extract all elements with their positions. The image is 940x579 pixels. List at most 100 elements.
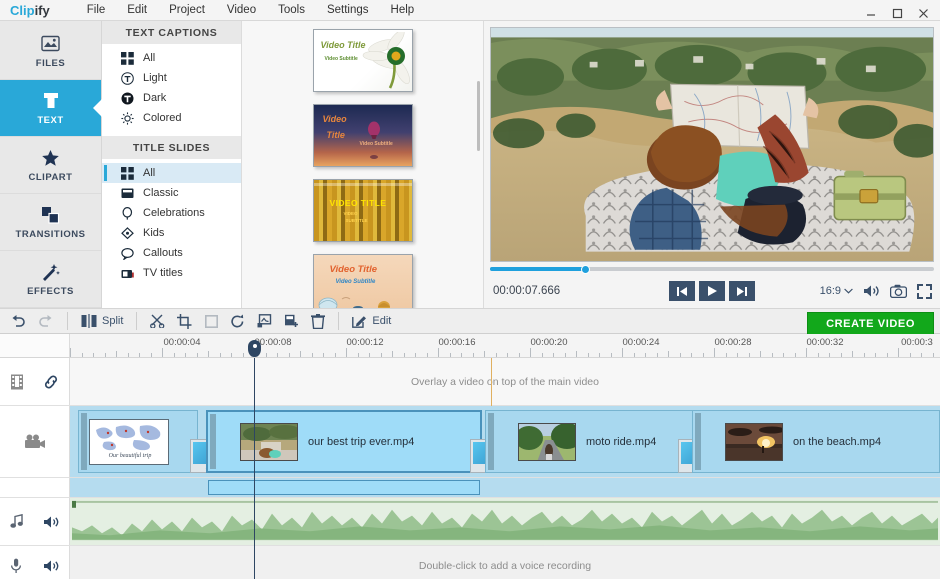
aspect-ratio-select[interactable]: 16:9: [820, 285, 853, 297]
title-thumb-daisy[interactable]: Video Title Video Subtitle: [312, 29, 413, 92]
playhead[interactable]: [248, 340, 261, 579]
star-icon: [41, 148, 60, 168]
music-track-body[interactable]: [70, 498, 940, 545]
ruler-label-0: 00:00:04: [163, 337, 201, 348]
timeline-ruler[interactable]: 00:00:04 00:00:08 00:00:12 00:00:16 00:0…: [0, 334, 940, 358]
video-track: Our beautiful trip 2.0: [0, 406, 940, 478]
speaker-icon[interactable]: [43, 559, 59, 573]
edit-button[interactable]: Edit: [346, 309, 397, 333]
cut-button[interactable]: [144, 309, 171, 333]
sidebar-item-clipart-label: CLIPART: [28, 171, 73, 183]
edit-toolbar: Split Edit CREATE VIDEO: [0, 308, 940, 336]
letter-t-light-icon: [120, 71, 134, 85]
skip-next-icon: [737, 286, 747, 296]
category-titles-tv[interactable]: TV titles: [102, 263, 241, 283]
create-video-button[interactable]: CREATE VIDEO: [807, 312, 934, 336]
thumb-subtitle: Video Subtitle: [335, 279, 376, 285]
menu-file[interactable]: File: [76, 0, 117, 20]
clip-handle[interactable]: [81, 413, 87, 470]
clip-handle[interactable]: [695, 413, 701, 470]
category-titles-all[interactable]: All: [102, 163, 241, 183]
image-icon: [41, 34, 60, 54]
category-titles-classic[interactable]: Classic: [102, 183, 241, 203]
category-captions-dark[interactable]: Dark: [102, 88, 241, 108]
preview-frame-graphic: [491, 28, 933, 261]
title-thumb-books[interactable]: VIDEO TITLE VIDEO SUBTITLE: [312, 179, 413, 242]
clip-name: our best trip ever.mp4: [308, 435, 415, 448]
timeline-clip-best-trip[interactable]: our best trip ever.mp4: [206, 410, 482, 473]
menu-help[interactable]: Help: [380, 0, 426, 20]
selection-track-body[interactable]: [70, 478, 940, 497]
image-swap-icon: [257, 314, 272, 328]
speaker-icon[interactable]: [43, 515, 59, 529]
selected-clip-range[interactable]: [208, 480, 480, 495]
seek-knob[interactable]: [581, 264, 591, 274]
speaker-icon[interactable]: [863, 284, 880, 298]
sidebar-item-transitions[interactable]: TRANSITIONS: [0, 194, 101, 251]
stop-button[interactable]: [198, 309, 224, 333]
timeline-clip-title[interactable]: Our beautiful trip: [78, 410, 198, 473]
thumb-subtitle: Video Subtitle: [324, 56, 358, 62]
category-captions-all-label: All: [143, 52, 156, 64]
fullscreen-icon[interactable]: [917, 283, 932, 299]
title-thumb-balloon[interactable]: Video Title Video Subtitle: [312, 104, 413, 167]
next-frame-button[interactable]: [729, 281, 755, 301]
play-button[interactable]: [699, 281, 725, 301]
category-captions-light[interactable]: Light: [102, 68, 241, 88]
close-icon[interactable]: [910, 1, 936, 25]
category-captions-all[interactable]: All: [102, 48, 241, 68]
seek-track[interactable]: [490, 264, 934, 274]
sidebar-item-effects[interactable]: EFFECTS: [0, 251, 101, 308]
clip-thumbnail: [518, 422, 576, 461]
title-thumb-beach[interactable]: Video Title Video Subtitle: [312, 254, 413, 308]
voice-track-body[interactable]: Double-click to add a voice recording: [70, 546, 940, 579]
replace-media-button[interactable]: [251, 309, 278, 333]
timeline-clip-on-the-beach[interactable]: on the beach.mp4: [692, 410, 940, 473]
rotate-button[interactable]: [224, 309, 251, 333]
overlay-track-body[interactable]: Overlay a video on top of the main video: [70, 358, 940, 405]
logo-rest: ify: [34, 2, 50, 18]
timeline-clip-moto-ride[interactable]: moto ride.mp4: [485, 410, 700, 473]
crop-button[interactable]: [171, 309, 198, 333]
delete-button[interactable]: [305, 309, 331, 333]
category-titles-celebrations[interactable]: Celebrations: [102, 203, 241, 223]
left-rail: FILES TEXT CLIPART TRANSITIONS EFFECTS: [0, 21, 102, 308]
thumb-top-bar: [313, 183, 412, 186]
camera-icon[interactable]: [890, 284, 907, 298]
thumb-title: Video Title: [329, 264, 378, 275]
frame-icon: [120, 186, 134, 200]
split-button[interactable]: Split: [75, 309, 129, 333]
playhead-handle[interactable]: [248, 340, 261, 357]
menu-settings[interactable]: Settings: [316, 0, 380, 20]
sidebar-item-text[interactable]: TEXT: [0, 80, 101, 137]
clip-handle[interactable]: [488, 413, 494, 470]
video-track-body[interactable]: Our beautiful trip 2.0: [70, 406, 940, 477]
previous-frame-button[interactable]: [669, 281, 695, 301]
gallery-scrollbar[interactable]: [477, 81, 480, 151]
video-preview[interactable]: [490, 27, 934, 262]
title-slide-gallery[interactable]: Video Title Video Subtitle Video Title V…: [242, 21, 484, 308]
sidebar-item-files[interactable]: FILES: [0, 23, 101, 80]
maximize-icon[interactable]: [884, 1, 910, 25]
redo-button[interactable]: [32, 309, 60, 333]
sidebar-item-clipart[interactable]: CLIPART: [0, 137, 101, 194]
category-titles-kids[interactable]: Kids: [102, 223, 241, 243]
add-slide-button[interactable]: [278, 309, 305, 333]
player-controls: 00:00:07.666 16:9: [490, 274, 934, 308]
filmstrip-icon[interactable]: [10, 374, 24, 390]
menu-video[interactable]: Video: [216, 0, 267, 20]
toolbar-separator: [67, 312, 68, 330]
category-titles-callouts[interactable]: Callouts: [102, 243, 241, 263]
link-icon[interactable]: [43, 374, 59, 390]
menu-project[interactable]: Project: [158, 0, 216, 20]
sidebar-item-effects-label: EFFECTS: [27, 285, 74, 297]
menu-edit[interactable]: Edit: [116, 0, 158, 20]
clipify-window: Clipify File Edit Project Video Tools Se…: [0, 0, 940, 579]
seek-bar[interactable]: [490, 262, 934, 274]
minimize-icon[interactable]: [858, 1, 884, 25]
category-captions-colored[interactable]: Colored: [102, 108, 241, 128]
menu-tools[interactable]: Tools: [267, 0, 316, 20]
clip-handle[interactable]: [210, 414, 216, 469]
toolbar-separator: [338, 312, 340, 330]
undo-button[interactable]: [4, 309, 32, 333]
